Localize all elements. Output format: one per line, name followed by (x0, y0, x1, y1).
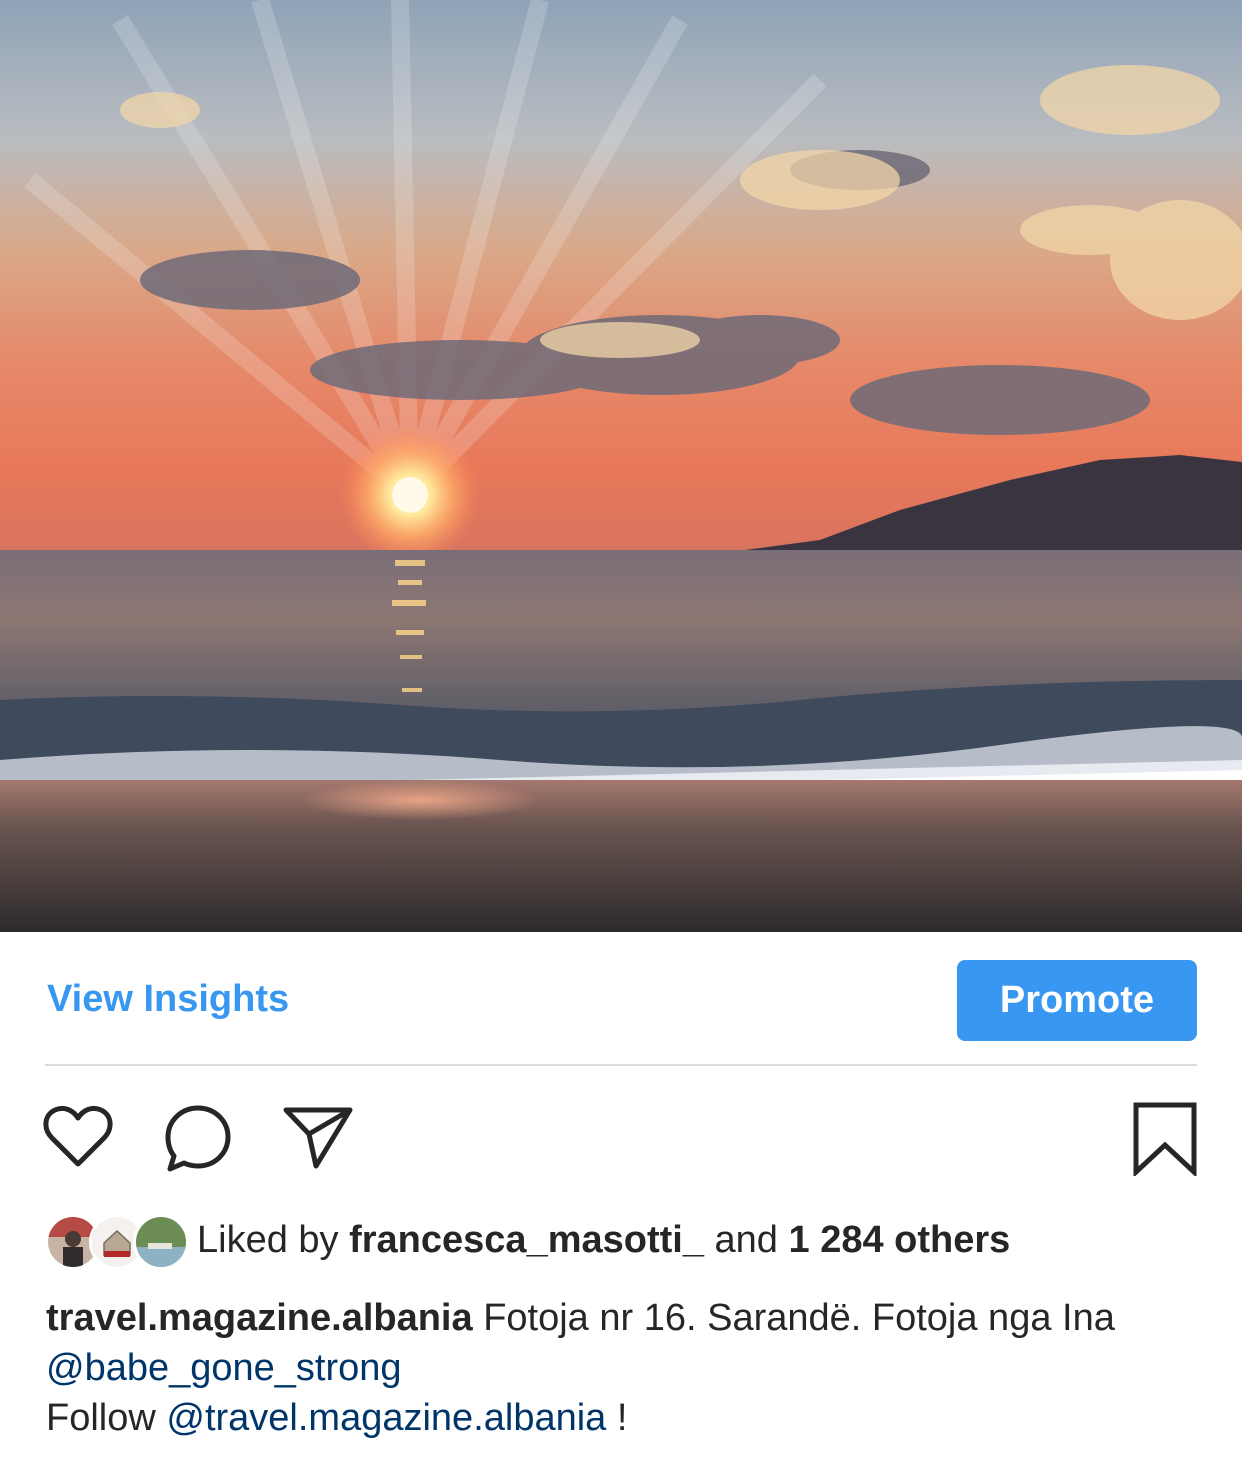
likes-and: and (714, 1219, 778, 1261)
insights-row: View Insights Promote (0, 932, 1242, 1065)
caption-follow-prefix: Follow (46, 1397, 156, 1439)
caption-text: Fotoja nr 16. Sarandë. Fotoja nga Ina (483, 1297, 1115, 1339)
caption-mention-account[interactable]: @travel.magazine.albania (166, 1397, 606, 1439)
caption-mention[interactable]: @babe_gone_strong (46, 1347, 402, 1389)
post-actions (0, 1098, 1242, 1178)
likes-count[interactable]: 1 284 others (789, 1219, 1011, 1261)
likes-text: Liked by francesca_masotti_ and 1 284 ot… (197, 1219, 1010, 1262)
promote-button[interactable]: Promote (957, 960, 1197, 1041)
caption-follow-suffix: ! (616, 1397, 628, 1439)
liker-avatars[interactable] (45, 1212, 189, 1270)
post-caption: travel.magazine.albania Fotoja nr 16. Sa… (46, 1293, 1206, 1443)
paper-plane-icon[interactable] (282, 1104, 354, 1170)
likes-prefix: Liked by (197, 1219, 339, 1261)
view-insights-link[interactable]: View Insights (47, 978, 289, 1021)
post-photo[interactable] (0, 0, 1242, 932)
liker-username[interactable]: francesca_masotti_ (349, 1219, 704, 1261)
divider (45, 1064, 1197, 1066)
avatar (133, 1214, 189, 1270)
comment-icon[interactable] (162, 1104, 234, 1174)
caption-username[interactable]: travel.magazine.albania (46, 1297, 473, 1339)
heart-icon[interactable] (42, 1104, 114, 1170)
likes-row: Liked by francesca_masotti_ and 1 284 ot… (45, 1212, 1225, 1272)
bookmark-icon[interactable] (1132, 1102, 1198, 1176)
